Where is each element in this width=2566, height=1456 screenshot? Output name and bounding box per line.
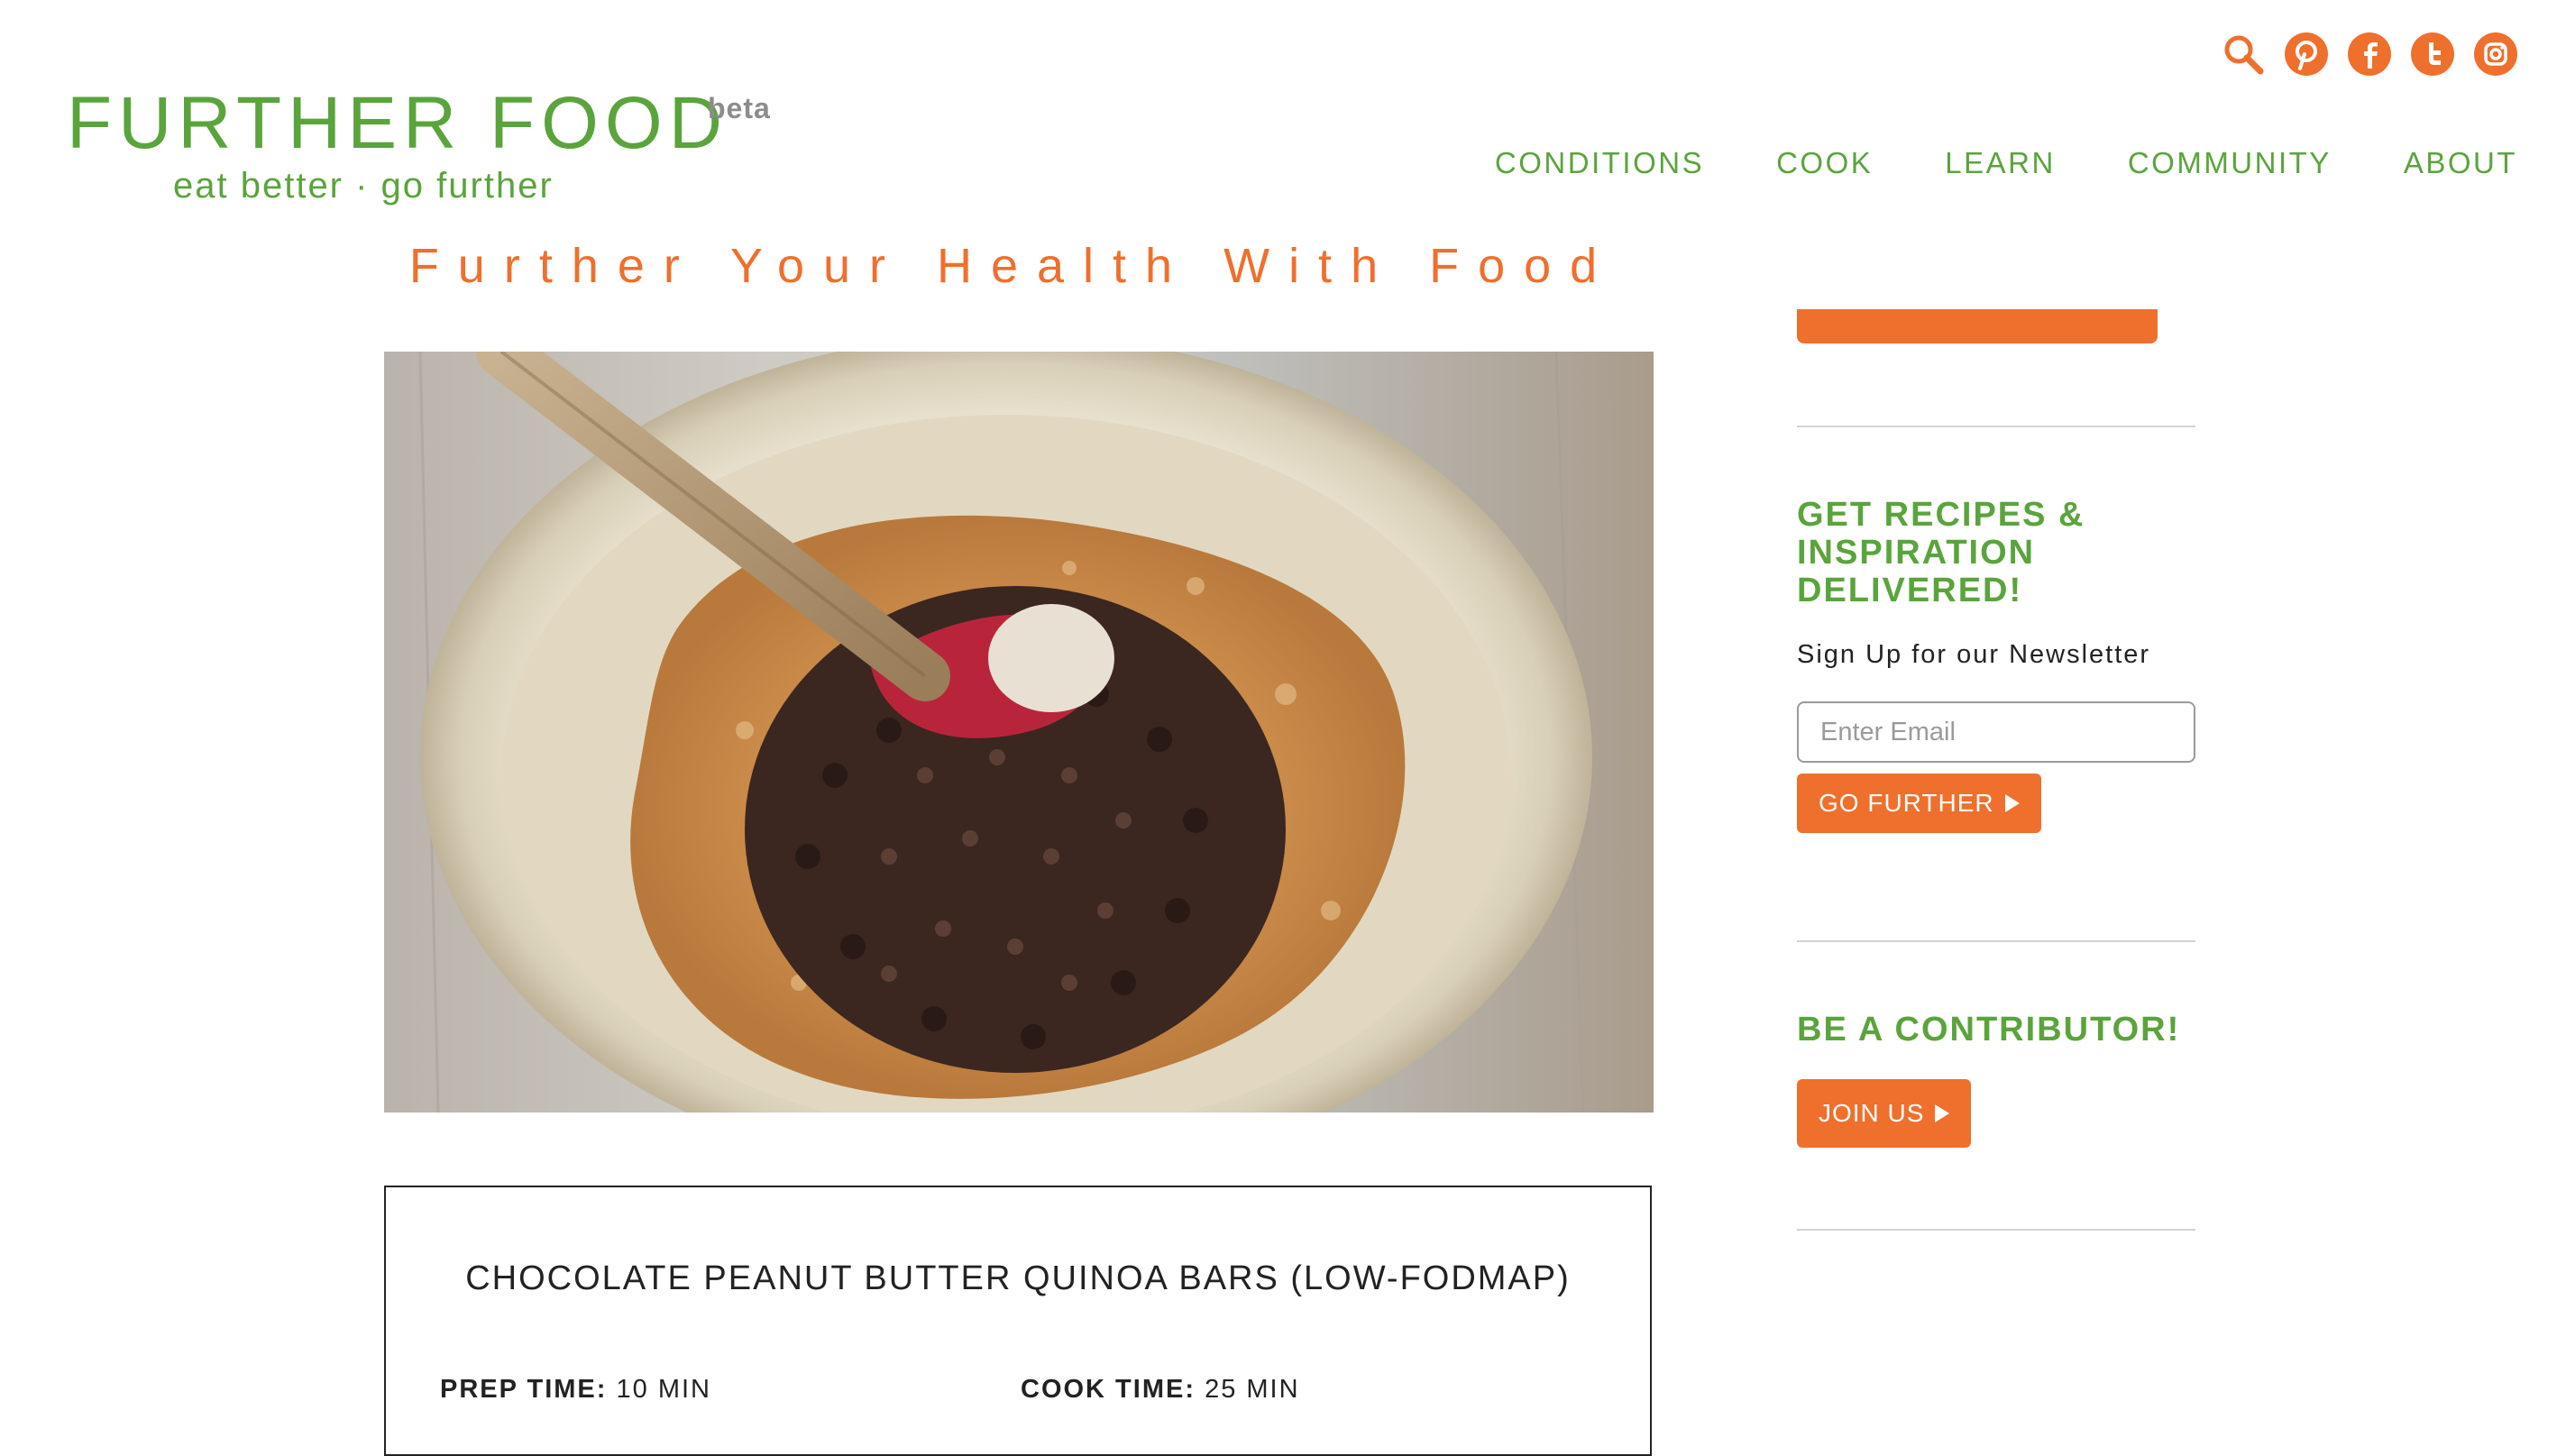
cook-time-label: COOK TIME: — [1021, 1375, 1196, 1404]
prep-time: PREP TIME: 10 MIN — [440, 1375, 711, 1405]
go-further-label: GO FURTHER — [1819, 789, 1994, 817]
recipe-photo — [384, 352, 1654, 1113]
cook-time-value: 25 MIN — [1205, 1375, 1300, 1404]
contributor-heading: BE A CONTRIBUTOR! — [1797, 1011, 2181, 1049]
social-icons — [2222, 32, 2517, 78]
sidebar-divider — [1797, 426, 2195, 427]
join-us-label: JOIN US — [1819, 1099, 1925, 1127]
logo-tagline: eat better · go further — [173, 166, 554, 206]
nav-community[interactable]: COMMUNITY — [2128, 146, 2332, 180]
cook-time: COOK TIME: 25 MIN — [1021, 1375, 1300, 1405]
instagram-icon[interactable] — [2474, 32, 2517, 76]
nav-about[interactable]: ABOUT — [2404, 146, 2517, 180]
play-arrow-icon — [1935, 1104, 1950, 1122]
search-icon[interactable] — [2222, 32, 2265, 76]
join-us-button[interactable]: JOIN US — [1797, 1079, 1972, 1148]
prep-time-value: 10 MIN — [616, 1375, 711, 1404]
prep-time-label: PREP TIME: — [440, 1375, 608, 1404]
main-nav: CONDITIONS COOK LEARN COMMUNITY ABOUT — [1495, 146, 2517, 180]
play-arrow-icon — [2004, 794, 2020, 812]
recipe-title: CHOCOLATE PEANUT BUTTER QUINOA BARS (LOW… — [465, 1259, 1571, 1297]
page-headline: Further Your Health With Food — [408, 239, 1617, 293]
go-further-button[interactable]: GO FURTHER — [1797, 774, 2041, 833]
logo-title[interactable]: FURTHER FOOD — [67, 83, 729, 164]
email-field[interactable] — [1797, 701, 2195, 763]
twitter-icon[interactable] — [2411, 32, 2454, 76]
newsletter-text: Sign Up for our Newsletter — [1797, 640, 2151, 669]
beta-badge: beta — [708, 92, 771, 124]
facebook-icon[interactable] — [2348, 32, 2391, 76]
sidebar-top-button[interactable] — [1797, 309, 2158, 343]
nav-conditions[interactable]: CONDITIONS — [1495, 146, 1704, 180]
newsletter-heading: GET RECIPES & INSPIRATION DELIVERED! — [1797, 496, 2085, 609]
sidebar-divider — [1797, 940, 2195, 942]
recipe-hero-image — [384, 352, 1654, 1113]
sidebar-divider — [1797, 1229, 2195, 1231]
recipe-card: CHOCOLATE PEANUT BUTTER QUINOA BARS (LOW… — [384, 1186, 1652, 1456]
nav-cook[interactable]: COOK — [1776, 146, 1873, 180]
nav-learn[interactable]: LEARN — [1945, 146, 2056, 180]
pinterest-icon[interactable] — [2285, 32, 2328, 76]
